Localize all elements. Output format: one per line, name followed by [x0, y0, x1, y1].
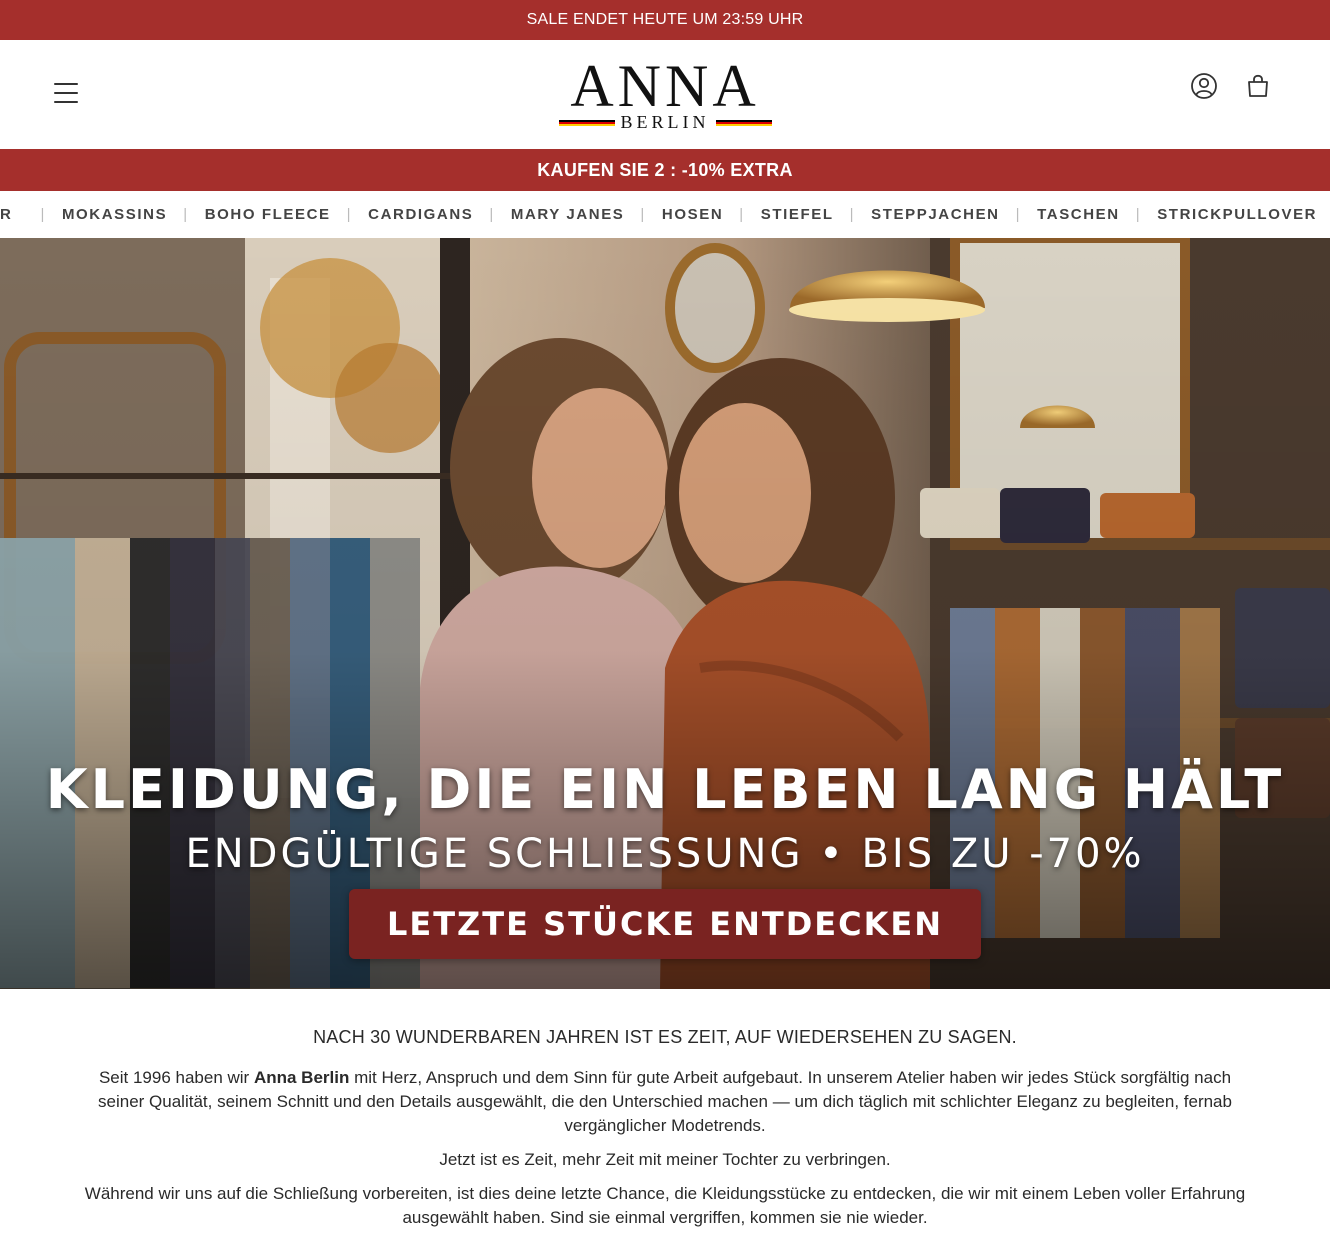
nav-divider: | — [849, 206, 856, 223]
category-item-partial-left[interactable]: R — [0, 206, 24, 223]
hero-banner: KLEIDUNG, DIE EIN LEBEN LANG HÄLT ENDGÜL… — [0, 238, 1330, 989]
brand-sub: BERLIN — [620, 112, 710, 132]
brand-logo[interactable]: ANNA BERLIN — [558, 53, 772, 133]
shopping-bag-icon[interactable] — [1244, 72, 1272, 100]
category-item-mokassins[interactable]: MOKASSINS — [62, 206, 167, 223]
category-nav: R | MOKASSINS | BOHO FLEECE | CARDIGANS … — [0, 191, 1330, 238]
nav-divider: | — [1015, 206, 1022, 223]
story-paragraph-3: Während wir uns auf die Schließung vorbe… — [84, 1184, 1246, 1227]
promo-bar: KAUFEN SIE 2 : -10% EXTRA — [0, 149, 1330, 191]
flag-stripe-right — [715, 119, 772, 126]
category-item-taschen[interactable]: TASCHEN — [1037, 206, 1120, 223]
brand-mention: Anna Berlin — [253, 1068, 350, 1087]
nav-divider: | — [183, 206, 189, 223]
announcement-bar: SALE ENDET HEUTE UM 23:59 UHR — [0, 0, 1330, 40]
story-section: NACH 30 WUNDERBAREN JAHREN IST ES ZEIT, … — [0, 989, 1330, 1230]
hero-content: KLEIDUNG, DIE EIN LEBEN LANG HÄLT ENDGÜL… — [0, 758, 1330, 959]
nav-divider: | — [739, 206, 745, 223]
hamburger-icon[interactable] — [54, 83, 78, 103]
category-item-stiefel[interactable]: STIEFEL — [761, 206, 834, 223]
promo-text: KAUFEN SIE 2 : -10% EXTRA — [537, 159, 793, 180]
announcement-text: SALE ENDET HEUTE UM 23:59 UHR — [526, 11, 804, 28]
hero-title: KLEIDUNG, DIE EIN LEBEN LANG HÄLT — [45, 758, 1285, 821]
site-header: ANNA BERLIN — [0, 40, 1330, 149]
flag-stripe-left — [558, 119, 615, 126]
category-item-mary-janes[interactable]: MARY JANES — [511, 206, 625, 223]
brand-name: ANNA — [570, 53, 760, 119]
category-item-steppjachen[interactable]: STEPPJACHEN — [871, 206, 999, 223]
discover-last-pieces-button[interactable]: LETZTE STÜCKE ENTDECKEN — [348, 889, 982, 959]
nav-divider: | — [1317, 206, 1330, 223]
nav-divider: | — [489, 206, 495, 223]
story-heading: NACH 30 WUNDERBAREN JAHREN IST ES ZEIT, … — [313, 1027, 1017, 1047]
nav-divider: | — [40, 206, 46, 223]
account-icon[interactable] — [1190, 72, 1218, 100]
category-item-boho-fleece[interactable]: BOHO FLEECE — [205, 206, 331, 223]
category-item-strickpullover[interactable]: STRICKPULLOVER — [1157, 206, 1317, 223]
nav-divider: | — [640, 206, 646, 223]
hero-subtitle: ENDGÜLTIGE SCHLIESSUNG • BIS ZU -70% — [185, 831, 1145, 877]
story-paragraph-2: Jetzt ist es Zeit, mehr Zeit mit meiner … — [439, 1150, 891, 1169]
category-item-cardigans[interactable]: CARDIGANS — [368, 206, 473, 223]
nav-divider: | — [1135, 206, 1142, 223]
story-paragraph-1: Seit 1996 haben wir Anna Berlin mit Herz… — [98, 1068, 1232, 1135]
category-item-hosen[interactable]: HOSEN — [662, 206, 723, 223]
nav-divider: | — [346, 206, 353, 223]
